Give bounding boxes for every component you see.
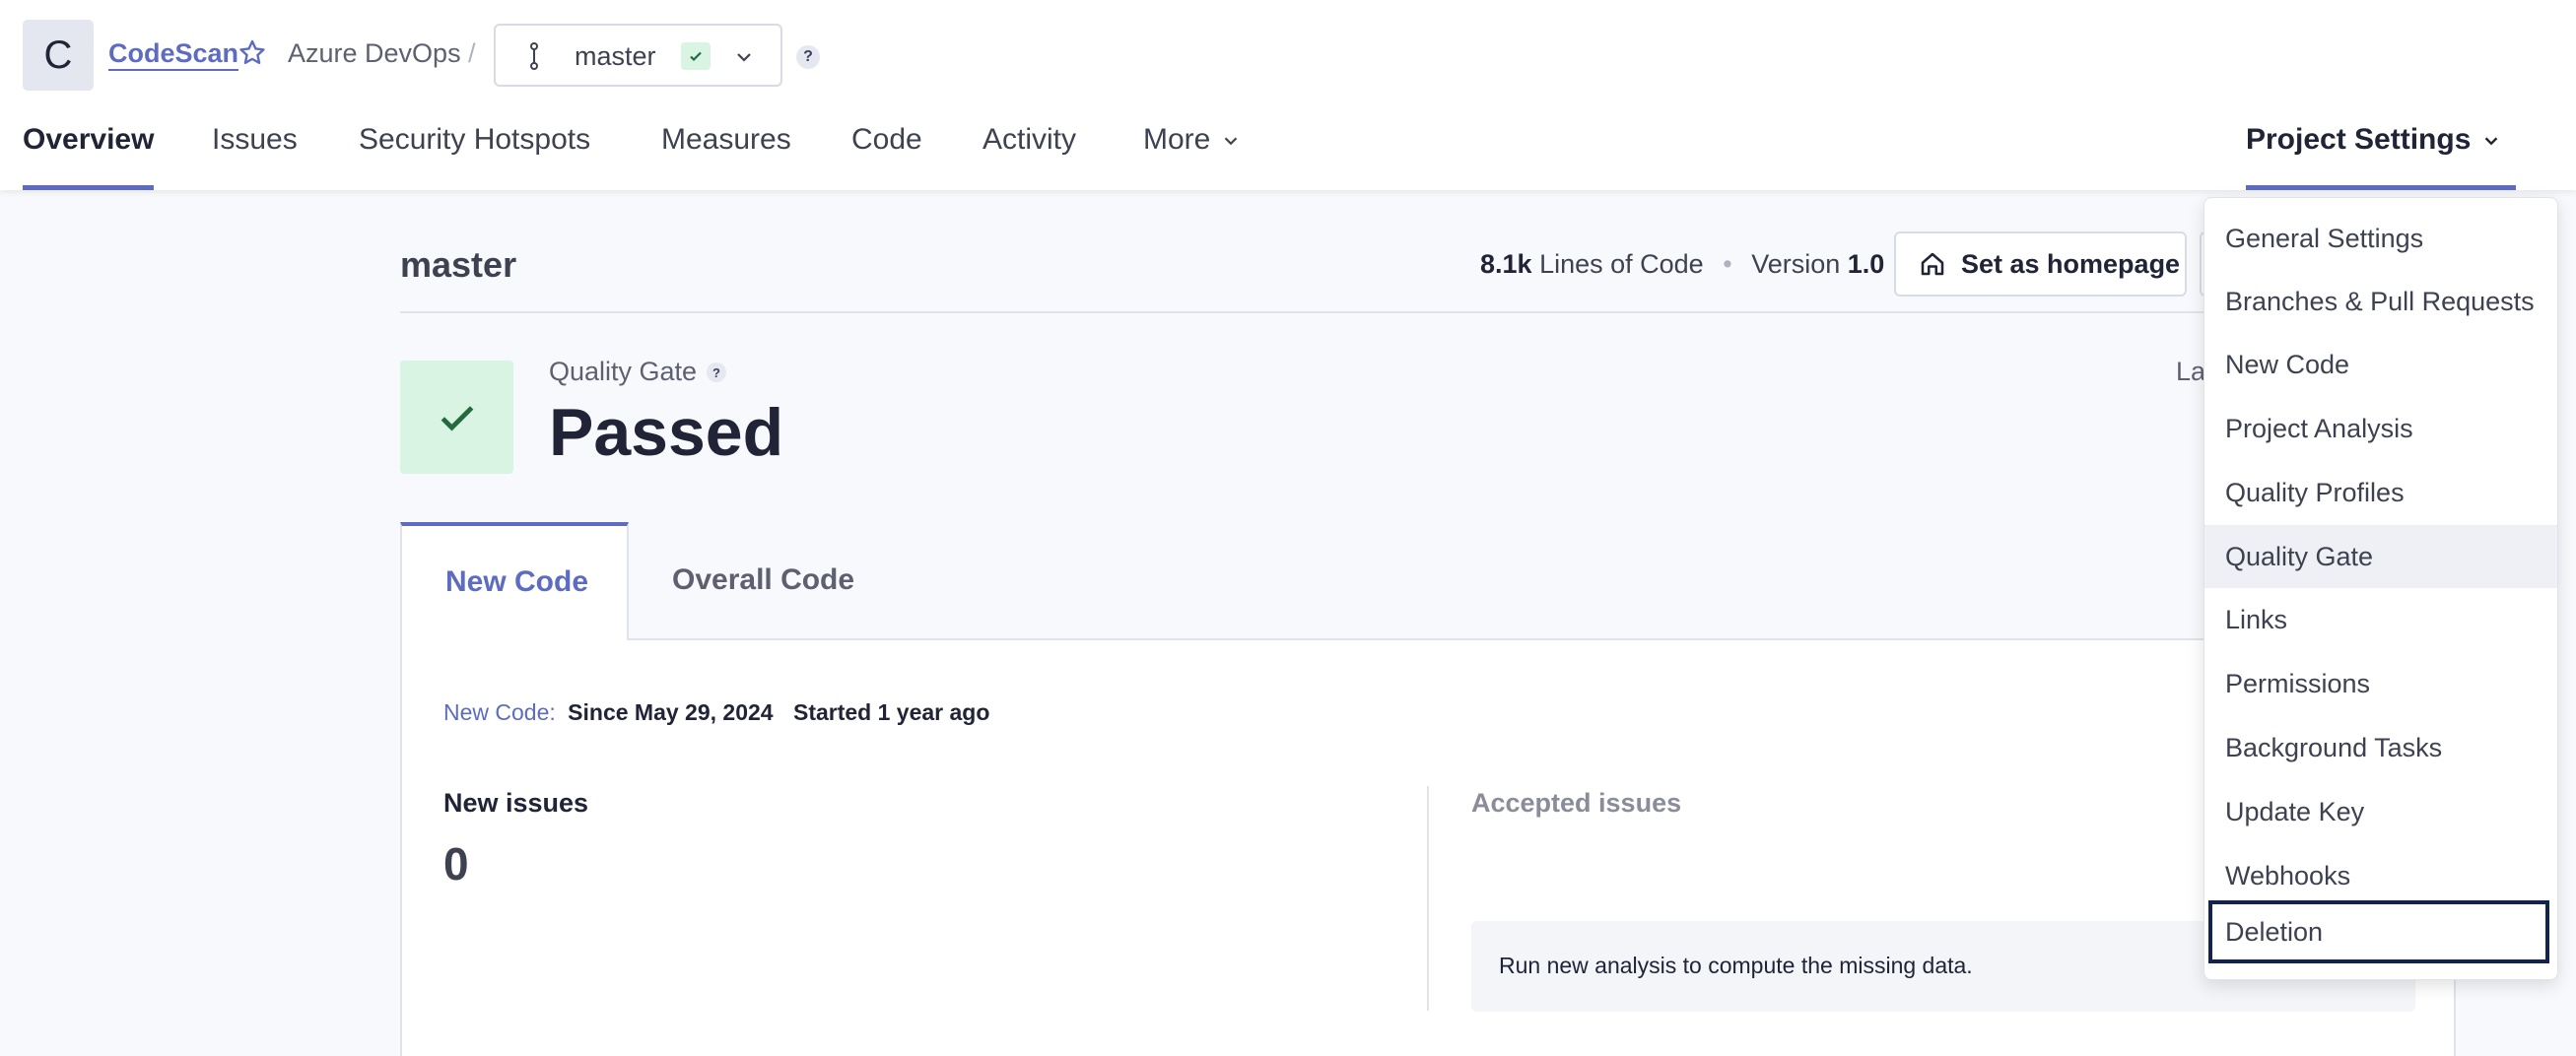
menu-item-links[interactable]: Links bbox=[2204, 588, 2557, 651]
tab-overall-code[interactable]: Overall Code bbox=[672, 563, 854, 597]
check-icon bbox=[690, 51, 702, 62]
quality-gate-status: Passed bbox=[549, 395, 784, 470]
nav-overview[interactable]: Overview bbox=[23, 122, 154, 158]
nav-project-settings[interactable]: Project Settings bbox=[2246, 122, 2502, 158]
branch-passed-badge bbox=[681, 42, 711, 70]
loc-label: Lines of Code bbox=[1539, 249, 1704, 279]
project-avatar[interactable]: C bbox=[23, 20, 94, 91]
menu-item-permissions[interactable]: Permissions bbox=[2204, 652, 2557, 715]
new-code-label: New Code: bbox=[443, 699, 556, 725]
branch-icon bbox=[530, 42, 538, 70]
menu-item-update-key[interactable]: Update Key bbox=[2204, 780, 2557, 843]
nav-more[interactable]: More bbox=[1143, 122, 1242, 158]
quality-gate-status-box bbox=[400, 361, 513, 474]
project-settings-label: Project Settings bbox=[2246, 123, 2472, 156]
nav-code[interactable]: Code bbox=[851, 122, 922, 158]
set-homepage-button[interactable]: Set as homepage bbox=[1894, 231, 2187, 297]
menu-item-new-code[interactable]: New Code bbox=[2204, 333, 2557, 396]
star-icon[interactable] bbox=[237, 37, 268, 69]
top-header: C CodeScan Azure DevOps / master ? Overv… bbox=[0, 0, 2576, 190]
menu-item-deletion[interactable]: Deletion bbox=[2208, 900, 2549, 963]
organization-name: Azure DevOps bbox=[288, 38, 461, 68]
last-analysis-label: La bbox=[2176, 357, 2206, 386]
project-meta: 8.1k Lines of Code • Version 1.0 • bbox=[1480, 249, 1925, 280]
new-code-info: New Code: Since May 29, 2024 Started 1 y… bbox=[443, 699, 989, 726]
nav-active-indicator bbox=[23, 185, 154, 190]
loc-value: 8.1k bbox=[1480, 249, 1532, 279]
breadcrumb-separator: / bbox=[468, 38, 476, 68]
version-value: 1.0 bbox=[1847, 249, 1885, 279]
menu-item-branches-pull-requests[interactable]: Branches & Pull Requests bbox=[2204, 270, 2557, 333]
chevron-down-icon bbox=[1225, 137, 1238, 146]
nav-security-hotspots[interactable]: Security Hotspots bbox=[359, 122, 590, 158]
version-label: Version bbox=[1751, 249, 1841, 279]
chevron-down-icon bbox=[737, 53, 751, 62]
branch-selector[interactable]: master bbox=[494, 24, 782, 87]
new-code-since: Since May 29, 2024 bbox=[568, 699, 774, 725]
help-icon[interactable]: ? bbox=[796, 45, 820, 69]
new-issues-value[interactable]: 0 bbox=[443, 837, 469, 891]
meta-separator: • bbox=[1723, 249, 1732, 279]
set-homepage-label: Set as homepage bbox=[1961, 248, 2181, 279]
menu-item-quality-profiles[interactable]: Quality Profiles bbox=[2204, 461, 2557, 524]
quality-gate-label: Quality Gate bbox=[549, 357, 698, 386]
nav-measures[interactable]: Measures bbox=[661, 122, 791, 158]
menu-item-webhooks[interactable]: Webhooks bbox=[2204, 844, 2557, 907]
project-settings-menu: General Settings Branches & Pull Request… bbox=[2203, 197, 2558, 980]
check-icon bbox=[441, 405, 473, 430]
project-settings-indicator bbox=[2246, 185, 2516, 190]
nav-more-label: More bbox=[1143, 123, 1211, 156]
accepted-issues-label: Accepted issues bbox=[1471, 788, 1682, 818]
menu-item-project-analysis[interactable]: Project Analysis bbox=[2204, 397, 2557, 460]
page-title: master bbox=[400, 244, 517, 285]
chevron-down-icon bbox=[2485, 137, 2498, 146]
menu-item-general-settings[interactable]: General Settings bbox=[2204, 207, 2557, 270]
column-divider bbox=[1427, 786, 1429, 1011]
home-icon bbox=[1921, 252, 1944, 276]
title-divider bbox=[400, 311, 2456, 313]
nav-activity[interactable]: Activity bbox=[983, 122, 1076, 158]
tab-new-code-label: New Code bbox=[445, 565, 589, 598]
nav-issues[interactable]: Issues bbox=[212, 122, 298, 158]
help-icon[interactable]: ? bbox=[707, 363, 726, 382]
new-code-started: Started 1 year ago bbox=[792, 699, 990, 725]
project-name-link[interactable]: CodeScan bbox=[108, 37, 239, 71]
menu-item-background-tasks[interactable]: Background Tasks bbox=[2204, 716, 2557, 779]
tab-new-code[interactable]: New Code bbox=[400, 522, 629, 640]
menu-item-quality-gate[interactable]: Quality Gate bbox=[2204, 525, 2557, 588]
branch-name: master bbox=[575, 41, 656, 71]
new-issues-label: New issues bbox=[443, 788, 589, 818]
